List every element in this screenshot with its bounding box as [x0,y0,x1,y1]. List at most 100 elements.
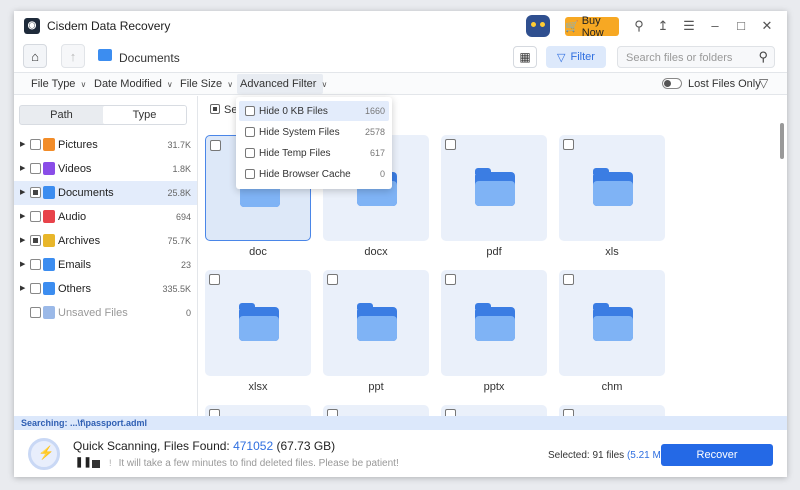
checkbox[interactable] [30,283,41,294]
search-icon[interactable]: ⚲ [758,49,768,65]
expand-arrow-icon[interactable]: ▶ [20,260,25,268]
file-tile-chm[interactable] [559,270,665,376]
search-input[interactable] [626,50,756,65]
item-count: 335.5K [162,284,191,294]
sidebar-item-others[interactable]: ▶ Others 335.5K [14,277,197,301]
folder-icon [475,168,515,206]
filter-button[interactable]: ▽ Filter [546,46,606,68]
checkbox[interactable] [209,409,220,416]
maximize-icon[interactable]: □ [733,18,749,34]
recover-button[interactable]: Recover [661,444,773,466]
file-type-filter[interactable]: File Type ∨ [31,78,86,90]
sidebar-item-unsaved-files[interactable]: Unsaved Files 0 [14,301,197,325]
option-label: Hide Temp Files [259,148,331,159]
date-modified-filter[interactable]: Date Modified ∨ [94,78,173,90]
file-tile-xlsx[interactable] [205,270,311,376]
checkbox[interactable] [327,274,338,285]
funnel-icon: ▽ [557,51,566,64]
emails-icon [43,258,55,271]
checkbox[interactable] [210,140,221,151]
advanced-filter[interactable]: Advanced Filter ∨ [240,78,327,90]
scrollbar[interactable] [780,123,784,159]
hint-text: It will take a few minutes to find delet… [118,458,399,469]
up-button[interactable]: ↑ [61,44,85,68]
hide-temp-files-option[interactable]: Hide Temp Files 617 [239,143,389,163]
checkbox[interactable] [30,187,41,198]
sidebar-item-audio[interactable]: ▶ Audio 694 [14,205,197,229]
stop-icon[interactable] [92,460,100,468]
file-tile[interactable] [323,405,429,416]
file-tile-ppt[interactable] [323,270,429,376]
checkbox[interactable] [209,274,220,285]
sidebar-item-pictures[interactable]: ▶ Pictures 31.7K [14,133,197,157]
selection-summary: Selected: 91 files (5.21 MB) [548,450,671,461]
checkbox[interactable] [30,307,41,318]
hide-0kb-option[interactable]: Hide 0 KB Files 1660 [239,101,389,121]
assistant-robot-icon[interactable] [526,15,550,37]
checkbox[interactable] [563,409,574,416]
close-icon[interactable]: ✕ [759,18,775,34]
checkbox[interactable] [245,127,255,137]
hide-system-files-option[interactable]: Hide System Files 2578 [239,122,389,142]
option-label: Hide System Files [259,127,340,138]
expand-arrow-icon[interactable]: ▶ [20,188,25,196]
item-count: 75.7K [167,236,191,246]
grid-view-button[interactable]: ▦ [513,46,537,68]
checkbox[interactable] [445,274,456,285]
update-icon[interactable]: ↥ [655,18,671,34]
sidebar-item-emails[interactable]: ▶ Emails 23 [14,253,197,277]
checkbox[interactable] [30,211,41,222]
checkbox[interactable] [563,139,574,150]
checkbox[interactable] [563,274,574,285]
expand-arrow-icon[interactable]: ▶ [20,164,25,172]
file-tile-xls[interactable] [559,135,665,241]
select-all-checkbox[interactable] [210,104,220,114]
audio-icon [43,210,55,223]
tab-path[interactable]: Path [20,106,103,124]
expand-arrow-icon[interactable]: ▶ [20,236,25,244]
file-tile[interactable] [559,405,665,416]
checkbox[interactable] [245,106,255,116]
pause-icon[interactable]: ❚❚ [75,457,92,468]
key-icon[interactable]: ⚲ [631,18,647,34]
file-tile-pptx[interactable] [441,270,547,376]
checkbox[interactable] [245,169,255,179]
item-count: 25.8K [167,188,191,198]
cart-icon: 🛒 [565,21,579,33]
file-tile-pdf[interactable] [441,135,547,241]
sidebar-item-videos[interactable]: ▶ Videos 1.8K [14,157,197,181]
sidebar-item-archives[interactable]: ▶ Archives 75.7K [14,229,197,253]
tile-label: xlsx [248,381,268,393]
checkbox[interactable] [30,259,41,270]
lost-files-toggle[interactable] [662,78,682,89]
tile-label: pptx [483,381,505,393]
file-tile[interactable] [205,405,311,416]
menu-icon[interactable]: ☰ [681,18,697,34]
home-button[interactable]: ⌂ [23,44,47,68]
checkbox[interactable] [245,148,255,158]
toolbar: ⌂ ↑ Documents ▦ ▽ Filter ⚲ [14,41,787,73]
expand-arrow-icon[interactable]: ▶ [20,284,25,292]
file-tile[interactable] [441,405,547,416]
checkbox[interactable] [445,409,456,416]
sidebar-item-label: Videos [58,163,92,175]
tile-label: ppt [368,381,384,393]
checkbox[interactable] [30,139,41,150]
checkbox[interactable] [327,409,338,416]
minimize-icon[interactable]: – [707,18,723,34]
home-icon: ⌂ [31,48,39,64]
checkbox[interactable] [30,235,41,246]
clear-filter-icon[interactable]: ▽ [759,76,768,90]
checkbox[interactable] [30,163,41,174]
option-label: Hide Browser Cache [259,169,351,180]
expand-arrow-icon[interactable]: ▶ [20,212,25,220]
expand-arrow-icon[interactable]: ▶ [20,140,25,148]
sidebar-item-documents[interactable]: ▶ Documents 25.8K [14,181,197,205]
sidebar-item-label: Archives [58,235,101,247]
checkbox[interactable] [445,139,456,150]
hide-browser-cache-option[interactable]: Hide Browser Cache 0 [239,164,389,184]
file-size-filter[interactable]: File Size ∨ [180,78,233,90]
bottom-bar: Quick Scanning, Files Found: 471052 (67.… [14,430,787,477]
buy-now-button[interactable]: 🛒 Buy Now [565,15,619,39]
tab-type[interactable]: Type [103,106,186,124]
